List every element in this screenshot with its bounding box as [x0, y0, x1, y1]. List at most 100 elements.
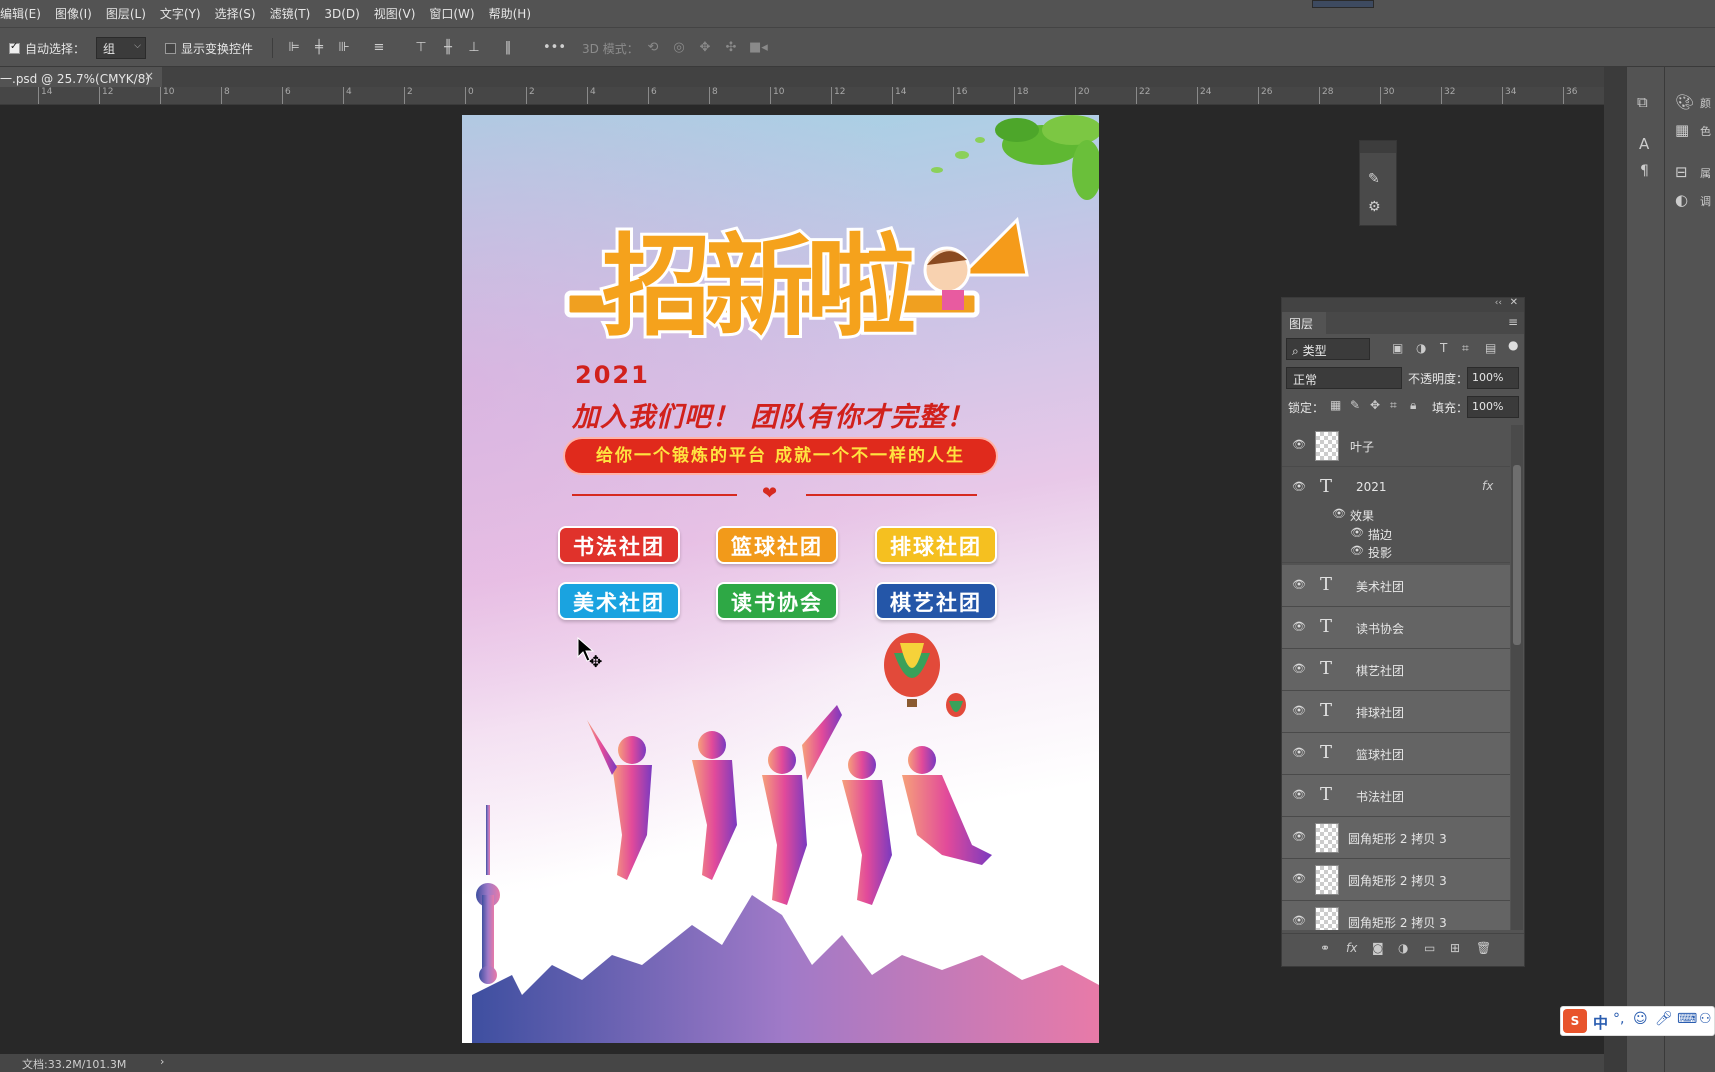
brush-settings-icon[interactable]: ✎: [1368, 171, 1380, 187]
adjustment-layer-icon[interactable]: ◑: [1398, 941, 1408, 955]
layer-row[interactable]: 👁︎ T 排球社团: [1282, 691, 1510, 733]
filter-pixel-icon[interactable]: ▣: [1392, 341, 1403, 355]
layers-scrollbar[interactable]: [1511, 425, 1523, 930]
3d-orbit-icon[interactable]: ⟲: [645, 40, 661, 56]
align-hcenter-icon[interactable]: ╪: [311, 40, 327, 56]
lock-all-icon[interactable]: 🔒︎: [1410, 398, 1416, 413]
filter-toggle-icon[interactable]: ●: [1508, 338, 1518, 352]
layer-row[interactable]: 👁︎ 圆角矩形 2 拷贝 3: [1282, 817, 1510, 859]
color-icon[interactable]: 🎨︎: [1675, 93, 1694, 111]
eye-icon[interactable]: 👁︎: [1292, 662, 1306, 676]
layer-filter-dropdown[interactable]: ⌕ 类型: [1286, 338, 1370, 360]
layer-row[interactable]: 👁︎ T 读书协会: [1282, 607, 1510, 649]
blend-mode-dropdown[interactable]: 正常: [1286, 367, 1402, 389]
layer-row[interactable]: 👁︎ T 棋艺社团: [1282, 649, 1510, 691]
show-transform-checkbox[interactable]: [165, 43, 176, 54]
layer-row[interactable]: 👁︎ 圆角矩形 2 拷贝 3: [1282, 859, 1510, 901]
layer-row[interactable]: 👁︎ T 2021 fx 👁︎ 效果 👁︎ 描边 👁︎ 投影: [1282, 467, 1510, 563]
link-icon[interactable]: ⚭: [1320, 941, 1330, 955]
character-icon[interactable]: A: [1639, 135, 1649, 153]
color-panel-label[interactable]: 颜: [1700, 95, 1711, 111]
ime-logo-icon[interactable]: S: [1563, 1009, 1587, 1033]
fx-icon[interactable]: fx: [1346, 941, 1357, 955]
trash-icon[interactable]: 🗑︎: [1476, 941, 1491, 955]
menu-edit[interactable]: 编辑(E): [0, 5, 49, 22]
menu-type[interactable]: 文字(Y): [160, 5, 209, 22]
filter-type-icon[interactable]: T: [1440, 341, 1447, 355]
mask-icon[interactable]: ◙: [1372, 941, 1384, 955]
chevron-right-icon[interactable]: ›: [160, 1055, 164, 1068]
keyboard-icon[interactable]: ⌨: [1677, 1011, 1697, 1027]
ime-mode[interactable]: 中: [1593, 1012, 1608, 1033]
eye-icon[interactable]: 👁︎: [1292, 914, 1306, 928]
tab-layers[interactable]: 图层: [1282, 312, 1326, 334]
user-icon[interactable]: ⚇: [1699, 1011, 1712, 1027]
filter-adjustment-icon[interactable]: ◑: [1416, 341, 1426, 355]
layer-row[interactable]: 👁︎ 叶子: [1282, 425, 1510, 467]
menu-3d[interactable]: 3D(D): [324, 7, 367, 21]
3d-pan-icon[interactable]: ✥: [697, 40, 713, 56]
eye-icon[interactable]: 👁︎: [1292, 704, 1306, 718]
collapse-icon[interactable]: ‹‹: [1495, 298, 1502, 308]
folder-icon[interactable]: ▭: [1424, 941, 1435, 955]
adjustments-panel-label[interactable]: 调: [1700, 193, 1711, 209]
distribute-vertical-icon[interactable]: ‖: [500, 40, 516, 56]
close-icon[interactable]: ✕: [1510, 297, 1518, 308]
new-layer-icon[interactable]: ⊞: [1450, 941, 1460, 955]
punctuation-icon[interactable]: °,: [1613, 1011, 1624, 1027]
distribute-icon[interactable]: ≡: [371, 40, 387, 56]
filter-shape-icon[interactable]: ⌗: [1462, 341, 1469, 356]
auto-select-checkbox[interactable]: [9, 41, 20, 54]
lock-artboard-icon[interactable]: ⌗: [1390, 398, 1397, 413]
swatches-panel-label[interactable]: 色: [1700, 123, 1711, 139]
scrollbar-thumb[interactable]: [1513, 465, 1521, 645]
menu-help[interactable]: 帮助(H): [489, 5, 539, 22]
eye-icon[interactable]: 👁︎: [1292, 788, 1306, 802]
lock-move-icon[interactable]: ✥: [1370, 398, 1380, 412]
eye-icon[interactable]: 👁︎: [1332, 507, 1346, 520]
layer-row[interactable]: 👁︎ T 篮球社团: [1282, 733, 1510, 775]
swatches-icon[interactable]: ▦: [1675, 121, 1689, 139]
document-tab[interactable]: 一.psd @ 25.7%(CMYK/8) ×: [0, 67, 162, 87]
layer-row[interactable]: 👁︎ T 书法社团: [1282, 775, 1510, 817]
3d-roll-icon[interactable]: ◎: [671, 40, 687, 56]
eye-icon[interactable]: 👁︎: [1292, 746, 1306, 760]
menu-layer[interactable]: 图层(L): [106, 5, 154, 22]
eye-icon[interactable]: 👁︎: [1292, 438, 1306, 452]
history-icon[interactable]: ⧉: [1637, 93, 1648, 111]
adjustments-icon[interactable]: ◐: [1675, 191, 1688, 209]
menu-select[interactable]: 选择(S): [215, 5, 264, 22]
properties-icon[interactable]: ⊟: [1675, 163, 1688, 181]
lock-transparent-icon[interactable]: ▦: [1330, 398, 1341, 412]
menu-view[interactable]: 视图(V): [374, 5, 424, 22]
poster-canvas[interactable]: 招新啦 2021 加入我们吧！ 团队有你才完整！ 给你一个锻炼的平台 成就一个不…: [462, 115, 1099, 1043]
eye-icon[interactable]: 👁︎: [1292, 872, 1306, 886]
menu-filter[interactable]: 滤镜(T): [270, 5, 319, 22]
paragraph-icon[interactable]: ¶: [1640, 163, 1649, 179]
panel-menu-icon[interactable]: ≡: [1508, 315, 1518, 329]
eye-icon[interactable]: 👁︎: [1350, 526, 1364, 539]
align-bottom-icon[interactable]: ⊥: [466, 40, 482, 56]
fx-icon[interactable]: fx: [1482, 479, 1493, 493]
lock-brush-icon[interactable]: ✎: [1350, 398, 1360, 412]
align-vcenter-icon[interactable]: ╫: [440, 40, 456, 56]
opacity-input[interactable]: 100%: [1467, 367, 1519, 389]
fill-input[interactable]: 100%: [1467, 396, 1519, 418]
eye-icon[interactable]: 👁︎: [1292, 620, 1306, 634]
align-left-icon[interactable]: ⊫: [286, 40, 302, 56]
auto-select-dropdown[interactable]: 组 ⌵: [96, 37, 146, 59]
align-right-icon[interactable]: ⊪: [336, 40, 352, 56]
layer-row[interactable]: 👁︎ T 美术社团: [1282, 565, 1510, 607]
adjustments-icon[interactable]: ⚙: [1368, 199, 1381, 215]
menu-image[interactable]: 图像(I): [55, 5, 100, 22]
window-control[interactable]: [1312, 0, 1374, 8]
properties-panel-label[interactable]: 属: [1700, 165, 1711, 181]
close-icon[interactable]: ×: [144, 69, 154, 83]
eye-icon[interactable]: 👁︎: [1292, 578, 1306, 592]
more-options-icon[interactable]: •••: [543, 40, 566, 56]
filter-smart-icon[interactable]: ▤: [1485, 341, 1496, 355]
3d-camera-icon[interactable]: ■◂: [749, 40, 768, 56]
layer-row[interactable]: 👁︎ 圆角矩形 2 拷贝 3: [1282, 901, 1510, 930]
align-top-icon[interactable]: ⊤: [413, 40, 429, 56]
eye-icon[interactable]: 👁︎: [1292, 480, 1306, 494]
